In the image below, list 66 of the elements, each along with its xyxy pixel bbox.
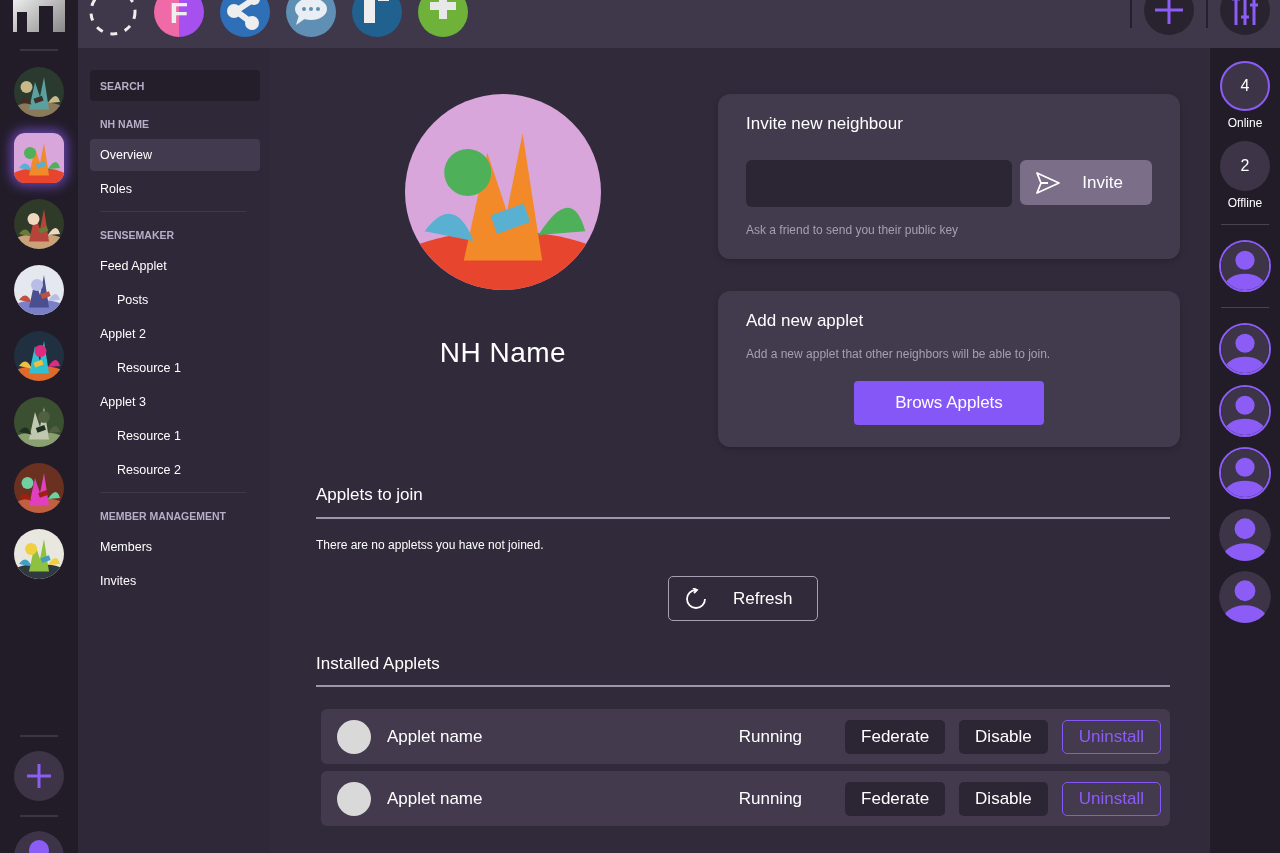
member-avatar-icon[interactable] <box>1219 509 1271 561</box>
add-icon[interactable] <box>418 0 468 37</box>
status-text: Running <box>738 726 803 747</box>
action-button[interactable]: Disable <box>959 719 1048 754</box>
online-count: 4 <box>1220 61 1270 111</box>
add-group-button[interactable] <box>14 751 64 801</box>
plus-icon <box>1155 0 1183 24</box>
member-avatar-icon[interactable] <box>1219 240 1271 292</box>
applet-name: Applet name <box>387 788 484 809</box>
applet-icon <box>337 781 371 816</box>
section-heading: MEMBER MANAGEMENT <box>99 510 227 524</box>
nav-item[interactable]: Feed Applet <box>90 250 260 282</box>
refresh-icon <box>685 587 707 610</box>
search-field[interactable]: SEARCH <box>90 70 260 101</box>
nav-item[interactable]: Overview <box>90 139 260 171</box>
status-text: Running <box>738 788 803 809</box>
hint-text: Ask a friend to send you their public key <box>746 223 960 237</box>
group-avatar[interactable] <box>14 397 64 447</box>
group-avatar[interactable] <box>14 67 64 117</box>
nav-item[interactable]: Roles <box>90 173 260 205</box>
status-label: Online <box>1227 116 1263 130</box>
group-avatar[interactable] <box>14 529 64 579</box>
group-avatar[interactable] <box>14 199 64 249</box>
send-icon <box>1036 171 1061 194</box>
group-avatar[interactable] <box>14 463 64 513</box>
card-title: Invite new neighbour <box>746 114 904 134</box>
nav-item[interactable]: Resource 1 <box>90 420 260 452</box>
sliders-icon <box>1230 0 1260 25</box>
status-label: Offline <box>1227 196 1263 210</box>
action-button[interactable]: Federate <box>845 781 946 816</box>
nav-item[interactable]: Members <box>90 531 260 563</box>
card-title: Add new applet <box>746 311 865 331</box>
offline-count: 2 <box>1220 141 1270 191</box>
section-heading: SENSEMAKER <box>99 229 176 243</box>
member-avatar-icon[interactable] <box>1219 571 1271 623</box>
refresh-button[interactable]: Refresh <box>668 576 818 621</box>
board-icon[interactable] <box>352 0 402 37</box>
group-avatar[interactable] <box>14 265 64 315</box>
share-icon[interactable] <box>220 0 270 37</box>
applet-name: Applet name <box>387 726 484 747</box>
public-key-field[interactable] <box>746 160 1013 207</box>
plus-icon <box>26 763 52 789</box>
neighbourhood-name: NH Name <box>439 337 567 369</box>
nav-item[interactable]: Resource 1 <box>90 352 260 384</box>
chat-icon[interactable] <box>286 0 336 37</box>
section-heading: NH NAME <box>99 118 150 132</box>
browse-applets-button[interactable]: Brows Applets <box>854 381 1044 425</box>
empty-message: There are no appletss you have not joined. <box>316 538 545 552</box>
action-button[interactable]: Disable <box>959 781 1048 816</box>
nav-item[interactable]: Invites <box>90 565 260 597</box>
action-button[interactable]: Federate <box>845 719 946 754</box>
nav-item[interactable]: Applet 2 <box>90 318 260 350</box>
section-heading: Applets to join <box>316 485 1170 519</box>
description-text: Add a new applet that other neighbors will be able to join. <box>746 347 1052 361</box>
member-avatar-icon[interactable] <box>1219 385 1271 437</box>
member-avatar-icon[interactable] <box>1219 447 1271 499</box>
section-heading: Installed Applets <box>316 654 1170 687</box>
nav-item[interactable]: Applet 3 <box>90 386 260 418</box>
nav-item[interactable]: Posts <box>90 284 260 316</box>
add-button[interactable] <box>1144 0 1194 35</box>
group-avatar[interactable] <box>14 331 64 381</box>
nav-item[interactable]: Resource 2 <box>90 454 260 486</box>
applet-icon <box>337 719 371 754</box>
settings-button[interactable] <box>1220 0 1270 35</box>
invite-button[interactable]: Invite <box>1020 160 1152 205</box>
member-avatar-icon[interactable] <box>1219 323 1271 375</box>
